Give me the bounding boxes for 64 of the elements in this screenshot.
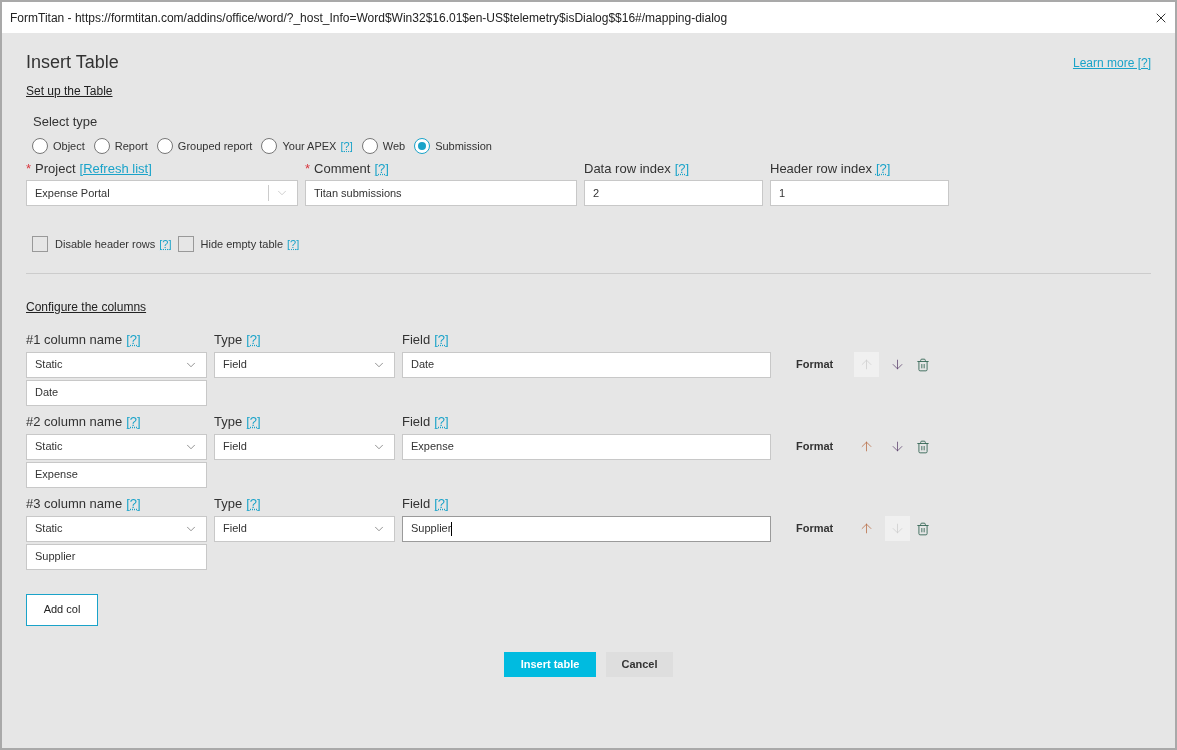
type-select[interactable]: Field (214, 433, 395, 460)
format-link[interactable]: Format (796, 438, 854, 455)
radio-label: Report (114, 138, 148, 154)
radio-label: Your APEX (282, 138, 337, 154)
radio-button[interactable] (361, 137, 378, 154)
source-select[interactable]: Static (26, 351, 207, 378)
field-input[interactable]: Supplier (402, 515, 771, 542)
field-label: Field (402, 331, 431, 349)
text-cursor (451, 521, 453, 536)
column-name-field[interactable]: Date (26, 379, 207, 406)
field-input[interactable]: Date (402, 351, 771, 378)
type-label: Type (214, 331, 243, 349)
column-name-field[interactable]: Supplier (26, 543, 207, 570)
field-label: Field (402, 413, 431, 431)
project-select[interactable]: Expense Portal (26, 180, 298, 206)
field-label: Header row index (770, 159, 872, 178)
section-link[interactable]: Configure the columns (26, 297, 147, 316)
radio-label: Grouped report (177, 138, 253, 154)
text-field[interactable]: Titan submissions (305, 180, 577, 206)
format-link[interactable]: Format (796, 356, 854, 373)
field-input[interactable]: Expense (402, 433, 771, 460)
text-field[interactable]: 2 (584, 180, 763, 206)
radio-button[interactable] (156, 137, 173, 154)
source-select[interactable]: Static (26, 515, 207, 542)
radio-button[interactable] (32, 137, 48, 154)
type-label: Type (214, 413, 243, 431)
type-label: Type (214, 495, 243, 513)
required-mark: * (305, 159, 311, 178)
checkbox-label: Disable header rows (55, 237, 156, 252)
field-label: Field (402, 495, 431, 513)
arrow-down-icon (890, 357, 905, 372)
delete-icon[interactable] (916, 357, 930, 372)
format-link[interactable]: Format (796, 520, 854, 537)
checkbox[interactable] (32, 236, 48, 253)
column-name-label: #1 column name (26, 331, 123, 349)
column-name-label: #3 column name (26, 495, 123, 513)
required-mark: * (26, 159, 32, 178)
radio-label: Object (53, 138, 85, 154)
cancel-button[interactable]: Cancel (606, 651, 673, 677)
type-select[interactable]: Field (214, 515, 395, 542)
field-label: Data row index (584, 159, 671, 178)
window-title: FormTitan - https://formtitan.com/addins/office/word/?_host_Info=Word$Win32$16.01$en-US$telemetry$isDialog$$16#/mapping-dialog (10, 9, 729, 27)
checkbox-label: Hide empty table (200, 237, 284, 252)
radio-label: Web (382, 138, 406, 154)
add-column-button[interactable]: Add col (26, 593, 98, 626)
text-field[interactable]: 1 (770, 180, 949, 206)
type-select[interactable]: Field (214, 351, 395, 378)
section-link[interactable]: Set up the Table (26, 82, 113, 100)
radio-label: Submission (435, 138, 492, 154)
field-label: Comment (314, 159, 371, 178)
field-label: Project (35, 159, 76, 178)
column-name-label: #2 column name (26, 413, 123, 431)
delete-icon[interactable] (916, 439, 930, 454)
column-name-field[interactable]: Expense (26, 461, 207, 488)
source-select[interactable]: Static (26, 433, 207, 460)
dialog-title: Insert Table (26, 51, 119, 74)
arrow-down-icon (890, 439, 905, 454)
select-type-label: Select type (33, 113, 99, 131)
radio-button[interactable] (261, 137, 278, 154)
delete-icon[interactable] (916, 521, 930, 536)
arrow-down-icon (890, 521, 905, 536)
radio-button[interactable] (93, 137, 110, 154)
radio-button[interactable] (414, 137, 431, 154)
checkbox[interactable] (177, 236, 194, 253)
